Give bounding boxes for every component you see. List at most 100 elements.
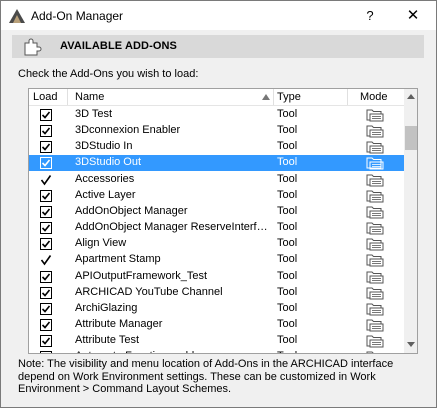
- scroll-down-icon[interactable]: [407, 342, 415, 348]
- scrollbar-thumb[interactable]: [405, 126, 417, 150]
- load-checkbox[interactable]: [40, 335, 52, 348]
- addon-name: 3DStudio Out: [75, 156, 142, 169]
- addon-name: 3D Test: [75, 108, 113, 120]
- addon-type: Tool: [277, 317, 298, 330]
- addon-name: Apartment Stamp: [75, 253, 161, 266]
- list-item[interactable]: Attribute Test Tool: [29, 333, 404, 349]
- mode-folder-icon[interactable]: [366, 350, 384, 354]
- list-item[interactable]: Attribute Manager Tool: [29, 317, 404, 333]
- load-checkbox[interactable]: [40, 109, 52, 121]
- load-checkbox[interactable]: [40, 189, 52, 202]
- list-item[interactable]: Accessories Tool: [29, 172, 404, 188]
- mode-folder-icon[interactable]: [366, 205, 384, 219]
- list-item[interactable]: 3D Test Tool: [29, 107, 404, 123]
- addon-type: Tool: [277, 334, 298, 347]
- column-divider: [67, 89, 68, 105]
- mode-folder-icon[interactable]: [366, 173, 384, 187]
- archicad-app-icon: [9, 9, 25, 23]
- load-checkbox[interactable]: [40, 318, 52, 331]
- puzzle-piece-icon: [24, 38, 42, 56]
- addon-name: ARCHICAD YouTube Channel: [75, 285, 223, 298]
- addon-name: Accessories: [75, 172, 135, 185]
- addon-name: ArchiGlazing: [75, 301, 138, 314]
- addon-name: Align View: [75, 237, 127, 250]
- list-item[interactable]: Align View Tool: [29, 236, 404, 252]
- mode-folder-icon[interactable]: [366, 286, 384, 300]
- column-load[interactable]: Load: [33, 91, 57, 103]
- addon-name: APIOutputFramework_Test: [75, 269, 208, 282]
- column-divider: [273, 89, 274, 105]
- addon-name: 3Dconnexion Enabler: [75, 124, 181, 137]
- addon-type: Tool: [277, 285, 298, 298]
- addon-type: Tool: [277, 221, 298, 234]
- list-item[interactable]: Automate Functions add-on Tool: [29, 349, 404, 354]
- column-mode[interactable]: Mode: [360, 91, 388, 103]
- addon-type: Tool: [277, 269, 298, 282]
- list-scrollbar[interactable]: [404, 89, 417, 353]
- addon-name: Active Layer: [75, 188, 136, 201]
- addon-type: Tool: [277, 350, 297, 353]
- title-bar: Add-On Manager ? ✕: [0, 0, 437, 30]
- column-divider: [347, 89, 348, 105]
- addon-name: 3DStudio In: [75, 140, 133, 153]
- addon-type: Tool: [277, 156, 298, 169]
- list-item[interactable]: 3DStudio Out Tool: [29, 155, 404, 172]
- addon-type: Tool: [277, 301, 298, 314]
- addon-name: Attribute Test: [75, 334, 139, 347]
- addon-type: Tool: [277, 253, 298, 266]
- sort-ascending-icon: [262, 94, 270, 100]
- addons-list[interactable]: Load Name Type Mode 3D Test Tool 3Dconnexi…: [28, 88, 418, 354]
- list-item[interactable]: Apartment Stamp Tool: [29, 252, 404, 268]
- load-checkbox[interactable]: [40, 125, 52, 138]
- list-item[interactable]: APIOutputFramework_Test Tool: [29, 269, 404, 285]
- load-checkbox[interactable]: [40, 302, 52, 315]
- list-item[interactable]: AddOnObject Manager Tool: [29, 204, 404, 220]
- list-item[interactable]: 3DStudio In Tool: [29, 139, 404, 155]
- mode-folder-icon[interactable]: [366, 318, 384, 332]
- load-checkbox[interactable]: [40, 351, 52, 354]
- always-loaded-check-icon[interactable]: [40, 254, 52, 266]
- mode-folder-icon[interactable]: [366, 253, 384, 267]
- close-button[interactable]: ✕: [399, 5, 427, 27]
- mode-folder-icon[interactable]: [366, 124, 384, 138]
- load-checkbox[interactable]: [40, 141, 52, 154]
- load-checkbox[interactable]: [40, 222, 52, 235]
- load-checkbox[interactable]: [40, 270, 52, 283]
- mode-folder-icon[interactable]: [366, 189, 384, 203]
- list-item[interactable]: ARCHICAD YouTube Channel Tool: [29, 285, 404, 301]
- list-item[interactable]: AddOnObject Manager ReserveInterf… Tool: [29, 220, 404, 236]
- window-title: Add-On Manager: [31, 9, 124, 23]
- mode-folder-icon[interactable]: [366, 156, 384, 170]
- addon-type: Tool: [277, 237, 298, 250]
- list-item[interactable]: Active Layer Tool: [29, 188, 404, 204]
- mode-folder-icon[interactable]: [366, 221, 384, 235]
- scroll-up-icon[interactable]: [407, 93, 415, 99]
- column-type[interactable]: Type: [277, 91, 301, 103]
- list-header: Load Name Type Mode: [29, 89, 404, 106]
- mode-folder-icon[interactable]: [366, 270, 384, 284]
- help-button[interactable]: ?: [358, 5, 382, 27]
- addon-type: Tool: [277, 188, 298, 201]
- note-text: Note: The visibility and menu location o…: [18, 358, 394, 395]
- always-loaded-check-icon[interactable]: [40, 174, 52, 186]
- instructions-label: Check the Add-Ons you wish to load:: [18, 68, 199, 80]
- addon-type: Tool: [277, 124, 298, 137]
- mode-folder-icon[interactable]: [366, 334, 384, 348]
- list-item[interactable]: 3Dconnexion Enabler Tool: [29, 123, 404, 139]
- addon-type: Tool: [277, 108, 298, 120]
- addon-type: Tool: [277, 140, 298, 153]
- load-checkbox[interactable]: [40, 205, 52, 218]
- section-title: AVAILABLE ADD-ONS: [60, 40, 177, 52]
- mode-folder-icon[interactable]: [366, 108, 384, 122]
- addon-name: Automate Functions add-on: [75, 350, 273, 353]
- load-checkbox[interactable]: [40, 157, 52, 170]
- list-item[interactable]: ArchiGlazing Tool: [29, 301, 404, 317]
- mode-folder-icon[interactable]: [366, 302, 384, 316]
- load-checkbox[interactable]: [40, 238, 52, 251]
- column-name[interactable]: Name: [75, 91, 104, 103]
- load-checkbox[interactable]: [40, 286, 52, 299]
- addon-name: AddOnObject Manager: [75, 204, 188, 217]
- mode-folder-icon[interactable]: [366, 140, 384, 154]
- mode-folder-icon[interactable]: [366, 237, 384, 251]
- addon-type: Tool: [277, 204, 298, 217]
